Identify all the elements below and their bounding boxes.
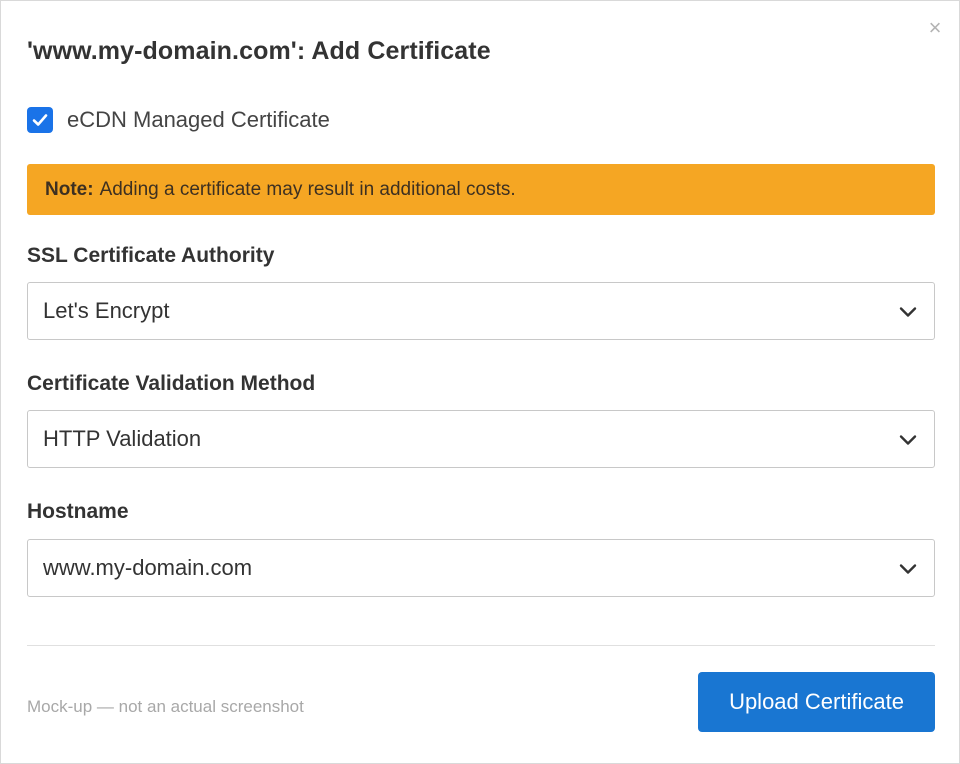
ecdn-managed-checkbox-row[interactable]: eCDN Managed Certificate <box>27 107 330 133</box>
upload-certificate-button[interactable]: Upload Certificate <box>698 672 935 732</box>
ssl-authority-select[interactable]: Let's Encrypt <box>27 282 935 340</box>
validation-method-label: Certificate Validation Method <box>27 372 316 395</box>
validation-method-value: HTTP Validation <box>43 426 202 451</box>
close-icon[interactable]: × <box>926 17 944 39</box>
hostname-value: www.my-domain.com <box>43 555 253 580</box>
cost-note-banner: Note: Adding a certificate may result in… <box>27 164 935 215</box>
mockup-footnote: Mock-up — not an actual screenshot <box>27 697 304 716</box>
note-prefix: Note: <box>45 178 94 200</box>
chevron-down-icon <box>899 435 917 445</box>
note-text: Adding a certificate may result in addit… <box>99 178 516 200</box>
add-certificate-dialog: × 'www.my-domain.com': Add Certificate e… <box>0 0 960 764</box>
chevron-down-icon <box>899 564 917 574</box>
chevron-down-icon <box>899 307 917 317</box>
ecdn-managed-checkbox[interactable] <box>27 107 53 133</box>
ssl-authority-value: Let's Encrypt <box>43 298 170 323</box>
hostname-select[interactable]: www.my-domain.com <box>27 539 935 597</box>
footer-divider <box>27 645 935 646</box>
dialog-title: 'www.my-domain.com': Add Certificate <box>27 37 491 65</box>
ssl-authority-label: SSL Certificate Authority <box>27 244 275 267</box>
validation-method-select[interactable]: HTTP Validation <box>27 410 935 468</box>
checkmark-icon <box>32 114 48 126</box>
hostname-label: Hostname <box>27 500 129 523</box>
ecdn-managed-label: eCDN Managed Certificate <box>67 107 330 132</box>
